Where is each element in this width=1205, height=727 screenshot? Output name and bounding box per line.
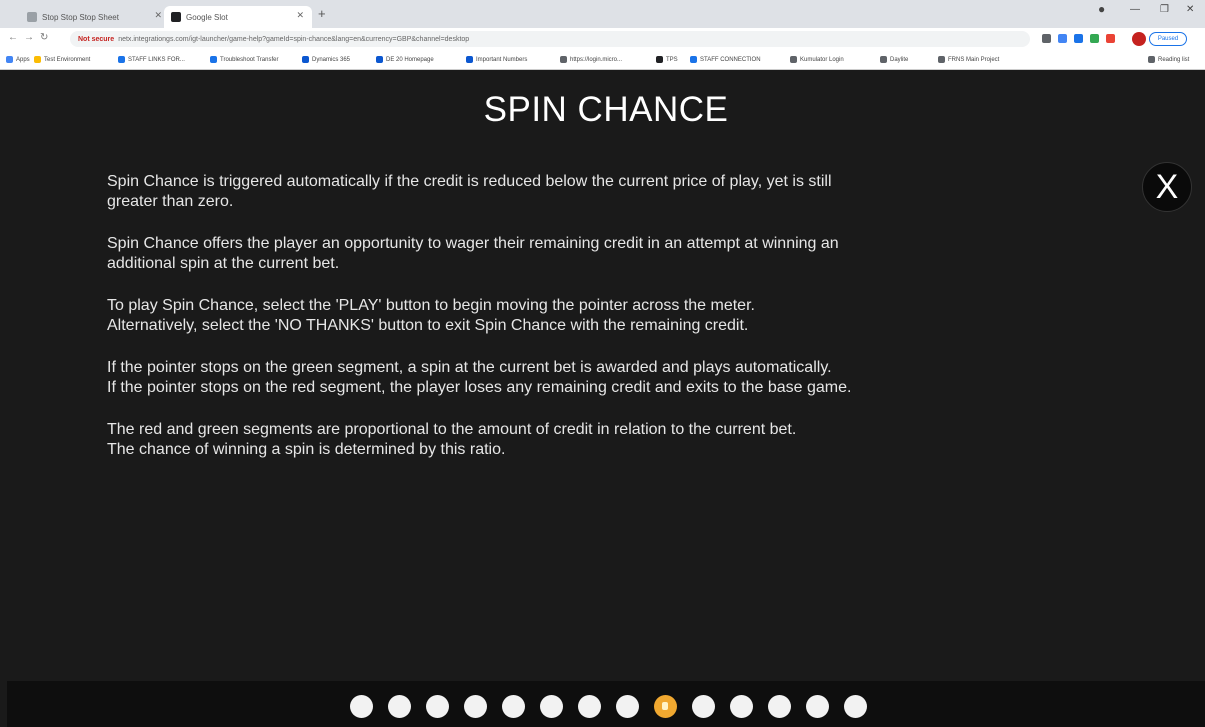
bookmark-item[interactable]: TPS <box>656 56 678 63</box>
extension-icon[interactable] <box>1042 34 1051 43</box>
extension-icon[interactable] <box>1074 34 1083 43</box>
page-dot[interactable] <box>730 695 753 718</box>
bookmark-icon <box>656 56 663 63</box>
bookmark-item[interactable]: Apps <box>6 56 30 63</box>
bookmarks-bar: Apps Test Environment STAFF LINKS FOR...… <box>0 50 1205 70</box>
bookmark-icon <box>210 56 217 63</box>
bookmark-item[interactable]: Troubleshoot Transfer <box>210 56 278 63</box>
bookmark-item[interactable]: FRNS Main Project <box>938 56 999 63</box>
page-dot-active[interactable] <box>654 695 677 718</box>
page-dot[interactable] <box>844 695 867 718</box>
tab-close-icon[interactable]: ✕ <box>154 10 162 21</box>
bookmark-item[interactable]: STAFF LINKS FOR... <box>118 56 185 63</box>
browser-chrome: Stop Stop Stop Sheet ✕ Google Slot ✕ + ●… <box>0 0 1205 70</box>
bookmark-icon <box>118 56 125 63</box>
help-paragraph: To play Spin Chance, select the 'PLAY' b… <box>107 297 755 334</box>
back-icon[interactable]: ← <box>8 32 18 43</box>
minimize-icon[interactable]: — <box>1130 4 1140 15</box>
page-dot[interactable] <box>388 695 411 718</box>
bookmark-icon <box>302 56 309 63</box>
page-dot[interactable] <box>768 695 791 718</box>
forward-icon[interactable]: → <box>24 32 34 43</box>
profile-avatar[interactable] <box>1132 32 1146 46</box>
help-paragraph: Spin Chance offers the player an opportu… <box>107 235 839 272</box>
page-dot[interactable] <box>426 695 449 718</box>
bookmark-item[interactable]: DE 20 Homepage <box>376 56 434 63</box>
profile-dot-icon[interactable]: ● <box>1098 2 1105 16</box>
paused-badge[interactable]: Paused <box>1149 32 1187 46</box>
bookmark-item[interactable]: Important Numbers <box>466 56 527 63</box>
reading-list[interactable]: Reading list <box>1148 56 1189 63</box>
bookmark-icon <box>466 56 473 63</box>
close-button[interactable]: X <box>1142 162 1192 212</box>
bookmark-icon <box>34 56 41 63</box>
new-tab-button[interactable]: + <box>318 6 326 21</box>
bookmark-item[interactable]: https://login.micro... <box>560 56 622 63</box>
tab-close-icon[interactable]: ✕ <box>296 10 304 21</box>
page-dot[interactable] <box>464 695 487 718</box>
page-dot[interactable] <box>578 695 601 718</box>
bookmark-icon <box>790 56 797 63</box>
page-indicator <box>7 681 1205 727</box>
help-paragraph: If the pointer stops on the green segmen… <box>107 359 852 396</box>
extension-icon[interactable] <box>1058 34 1067 43</box>
extension-icon[interactable] <box>1090 34 1099 43</box>
bookmark-icon <box>560 56 567 63</box>
reading-list-icon <box>1148 56 1155 63</box>
bookmark-icon <box>376 56 383 63</box>
favicon-icon <box>171 12 181 22</box>
help-paragraph: The red and green segments are proportio… <box>107 421 797 458</box>
page-dot[interactable] <box>692 695 715 718</box>
browser-tab-1[interactable]: Stop Stop Stop Sheet ✕ <box>20 6 170 28</box>
not-secure-warning[interactable]: Not secure <box>78 36 114 43</box>
bookmark-icon <box>690 56 697 63</box>
page-dot[interactable] <box>540 695 563 718</box>
url-text: netx.integrationgs.com/igt-launcher/game… <box>118 35 470 43</box>
bookmark-icon <box>880 56 887 63</box>
favicon-icon <box>27 12 37 22</box>
bookmark-item[interactable]: Daylite <box>880 56 908 63</box>
help-paragraph: Spin Chance is triggered automatically i… <box>107 173 832 210</box>
page-dot[interactable] <box>616 695 639 718</box>
bookmark-item[interactable]: Test Environment <box>34 56 90 63</box>
page-dot[interactable] <box>350 695 373 718</box>
address-bar[interactable]: Not secure netx.integrationgs.com/igt-la… <box>70 31 1030 47</box>
apps-icon <box>6 56 13 63</box>
tab-strip: Stop Stop Stop Sheet ✕ Google Slot ✕ + ●… <box>0 0 1205 28</box>
game-help-screen: SPIN CHANCE X Spin Chance is triggered a… <box>7 70 1205 727</box>
tab-title: Google Slot <box>186 12 228 22</box>
page-dot[interactable] <box>806 695 829 718</box>
page-dot[interactable] <box>502 695 525 718</box>
reload-icon[interactable]: ↻ <box>40 32 48 43</box>
browser-tab-2[interactable]: Google Slot ✕ <box>164 6 312 28</box>
bookmark-icon <box>938 56 945 63</box>
maximize-icon[interactable]: ❐ <box>1160 4 1169 15</box>
browser-toolbar: ← → ↻ Not secure netx.integrationgs.com/… <box>0 28 1205 50</box>
help-text: Spin Chance is triggered automatically i… <box>107 172 1117 482</box>
bookmark-item[interactable]: Dynamics 365 <box>302 56 350 63</box>
tab-title: Stop Stop Stop Sheet <box>42 12 119 22</box>
window-close-icon[interactable]: ✕ <box>1186 4 1194 15</box>
bookmark-item[interactable]: Kumulator Login <box>790 56 844 63</box>
extension-icon[interactable] <box>1106 34 1115 43</box>
page-title: SPIN CHANCE <box>483 90 729 129</box>
bookmark-item[interactable]: STAFF CONNECTION <box>690 56 761 63</box>
